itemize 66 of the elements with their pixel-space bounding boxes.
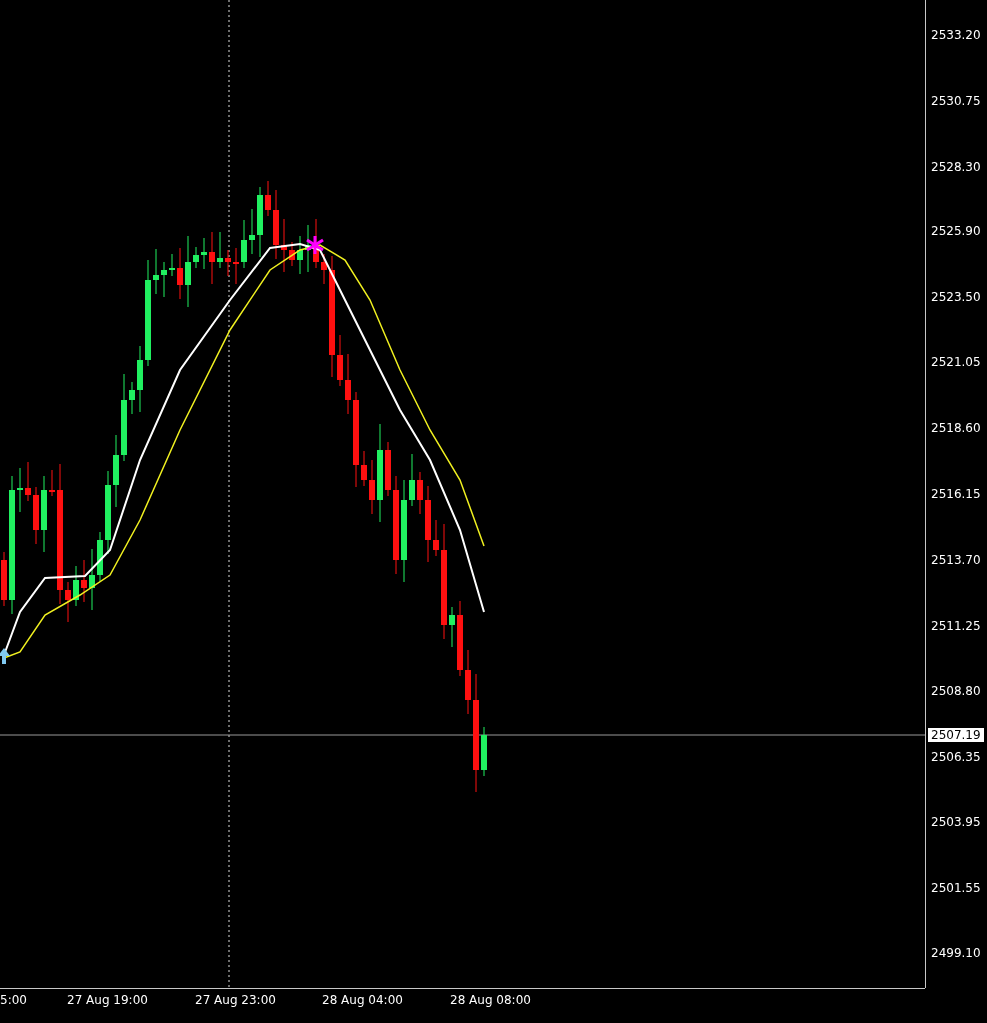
star-icon: [306, 236, 324, 254]
candlestick: [257, 186, 263, 258]
price-label: 2503.95: [931, 815, 981, 829]
candlestick: [337, 334, 343, 387]
candlestick: [49, 469, 55, 497]
candlestick: [289, 241, 295, 267]
price-label: 2501.55: [931, 881, 981, 895]
time-label: 28 Aug 08:00: [450, 993, 531, 1007]
candlestick: [129, 381, 135, 415]
time-label: 27 Aug 19:00: [67, 993, 148, 1007]
candlestick: [217, 231, 223, 269]
candlestick: [305, 224, 311, 273]
candlestick: [1, 551, 7, 607]
price-label: 2513.70: [931, 553, 981, 567]
candlestick: [193, 246, 199, 269]
candlestick: [65, 581, 71, 623]
candlestick: [89, 548, 95, 611]
candlestick: [97, 531, 103, 582]
candlestick: [409, 453, 415, 507]
candlestick: [241, 219, 247, 269]
price-label: 2530.75: [931, 94, 981, 108]
current-price-tag: 2507.19: [928, 728, 984, 742]
price-label: 2533.20: [931, 28, 981, 42]
price-label: 2508.80: [931, 684, 981, 698]
candlestick: [177, 247, 183, 300]
candlestick: [265, 180, 271, 217]
candlestick: [73, 565, 79, 607]
price-label: 2511.25: [931, 619, 981, 633]
candlestick: [209, 231, 215, 285]
candlestick: [33, 486, 39, 545]
price-label: 2528.30: [931, 160, 981, 174]
candlestick: [233, 247, 239, 285]
time-label: 27 Aug 23:00: [195, 993, 276, 1007]
candlestick: [433, 519, 439, 557]
candlestick: [81, 559, 87, 603]
candlestick: [249, 208, 255, 255]
price-label: 2521.05: [931, 355, 981, 369]
candlestick: [25, 461, 31, 502]
candlestick: [201, 237, 207, 270]
candlestick: [449, 606, 455, 648]
up-arrow-icon: [0, 648, 10, 664]
candlestick: [169, 253, 175, 277]
candlestick: [225, 249, 231, 277]
candlestick: [385, 441, 391, 497]
time-label: 5:00: [0, 993, 27, 1007]
candlestick: [297, 235, 303, 275]
candlestick: [161, 261, 167, 298]
candlestick: [417, 471, 423, 515]
price-label: 2523.50: [931, 290, 981, 304]
candlestick: [345, 353, 351, 415]
candlestick: [321, 253, 327, 285]
price-label: 2499.10: [931, 946, 981, 960]
candlestick: [273, 189, 279, 260]
time-label: 28 Aug 04:00: [322, 993, 403, 1007]
price-label: 2516.15: [931, 487, 981, 501]
price-label: 2525.90: [931, 224, 981, 238]
candlestick: [369, 459, 375, 515]
candlestick: [361, 450, 367, 487]
candlestick: [137, 345, 143, 413]
price-label: 2518.60: [931, 421, 981, 435]
candlestick: [481, 726, 487, 777]
candlestick: [465, 649, 471, 715]
price-label: 2506.35: [931, 750, 981, 764]
candlestick: [281, 218, 287, 273]
candlestick: [153, 248, 159, 295]
candlestick: [17, 467, 23, 513]
